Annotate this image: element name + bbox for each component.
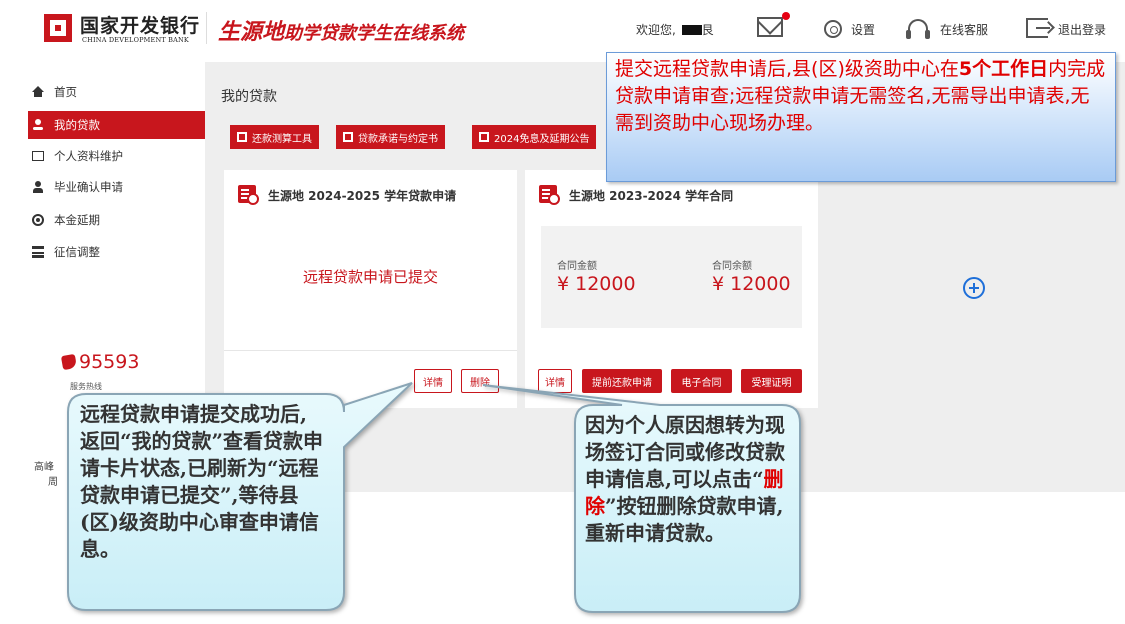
right-callout-text-a: 因为个人原因想转为现场签订合同或修改贷款申请信息,可以点击“ (585, 413, 785, 491)
right-callout-text-b: ”按钮删除贷款申请,重新申请贷款。 (585, 494, 784, 545)
left-callout-text: 远程贷款申请提交成功后,返回“我的贷款”查看贷款申请卡片状态,已刷新为“远程贷款… (80, 402, 324, 561)
right-callout-text: 因为个人原因想转为现场签订合同或修改贷款申请信息,可以点击“删除”按钮删除贷款申… (585, 412, 785, 547)
